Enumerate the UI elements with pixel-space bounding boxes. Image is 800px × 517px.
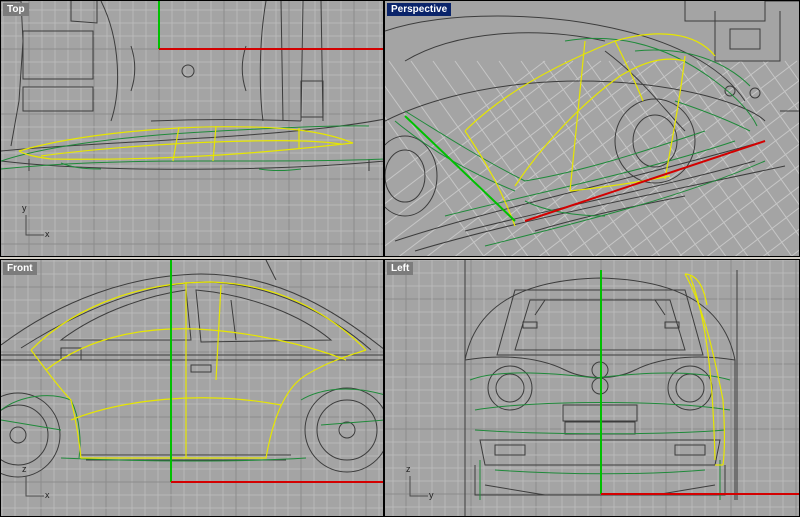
axis-label-x: x xyxy=(45,490,50,500)
perspective-view-canvas[interactable] xyxy=(385,1,800,257)
viewport-top[interactable]: Top y x xyxy=(0,0,384,257)
axis-icon-front: z x xyxy=(20,464,60,502)
viewport-label-top[interactable]: Top xyxy=(3,3,29,16)
axis-label-x: x xyxy=(45,229,50,239)
left-view-canvas[interactable] xyxy=(385,260,800,517)
axis-icon-left: z y xyxy=(404,464,444,502)
axis-icon-top: y x xyxy=(20,203,60,241)
viewport-label-front[interactable]: Front xyxy=(3,262,37,275)
viewport-perspective[interactable]: Perspective xyxy=(384,0,800,257)
viewport-label-perspective[interactable]: Perspective xyxy=(387,3,452,16)
axis-label-z: z xyxy=(22,464,27,474)
viewport-front[interactable]: Front z x xyxy=(0,259,384,517)
axis-label-z: z xyxy=(406,464,411,474)
viewport-label-left[interactable]: Left xyxy=(387,262,414,275)
axis-label-y: y xyxy=(22,203,27,213)
axis-label-y: y xyxy=(429,490,434,500)
viewport-left[interactable]: Left z y xyxy=(384,259,800,517)
